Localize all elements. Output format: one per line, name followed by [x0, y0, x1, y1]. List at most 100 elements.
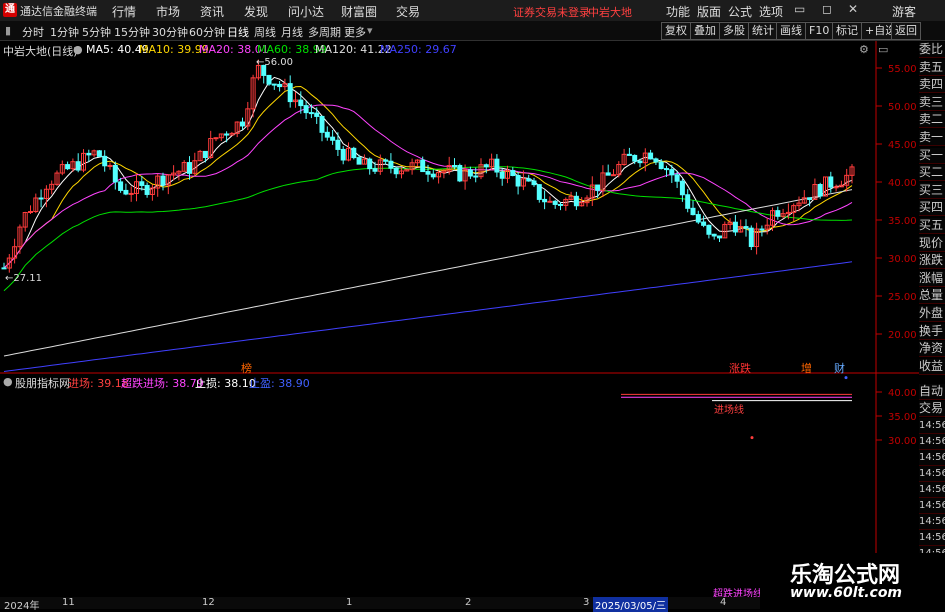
- indicator-oversold-entry: 超跌进场: 38.79: [121, 377, 204, 390]
- stock-name-title: 中岩大地: [588, 6, 632, 19]
- date-label-apr: 4: [720, 597, 727, 608]
- side-label: 买五: [919, 218, 945, 234]
- candle-body: [303, 105, 309, 114]
- event-increase[interactable]: 增: [801, 360, 812, 376]
- side-label: 卖五: [919, 59, 945, 76]
- login-status[interactable]: 证券交易未登录: [513, 4, 590, 20]
- candle-body: [128, 192, 134, 195]
- period-daily[interactable]: 日线: [227, 24, 249, 40]
- event-finance[interactable]: 财: [834, 360, 845, 376]
- period-weekly[interactable]: 周线: [254, 24, 276, 40]
- period-1min[interactable]: 1分钟: [50, 24, 79, 40]
- auto-button[interactable]: 自动: [919, 384, 945, 400]
- period-monthly[interactable]: 月线: [281, 24, 303, 40]
- menu-wealth[interactable]: 财富圈: [341, 3, 377, 20]
- date-label-year: 2024年: [4, 601, 40, 612]
- tick-time: 14:56: [919, 498, 945, 514]
- tick-time[interactable]: 交易: [919, 401, 945, 417]
- button-adjust[interactable]: 复权: [661, 22, 691, 40]
- indicator-stoploss: 止损: 38.10: [195, 377, 256, 390]
- event-rank[interactable]: 榜: [241, 360, 252, 376]
- menu-layout[interactable]: 版面: [697, 3, 721, 20]
- candle-body: [335, 139, 341, 150]
- candle-body: [277, 83, 283, 88]
- candle-body: [86, 152, 92, 156]
- candle-body: [626, 153, 632, 156]
- candle-body: [499, 171, 505, 179]
- side-label: 买二: [919, 165, 945, 182]
- menu-function[interactable]: 功能: [666, 3, 690, 20]
- indicator-settings-icon[interactable]: ●: [3, 375, 13, 388]
- menu-formula[interactable]: 公式: [728, 3, 752, 20]
- toolbar-menu-icon[interactable]: ▮: [5, 24, 11, 37]
- candle-body: [674, 174, 680, 182]
- side-label: 净资: [919, 341, 945, 358]
- date-label-nov: 11: [62, 597, 75, 608]
- takeprofit-signal-dot: [844, 376, 848, 380]
- maximize-icon[interactable]: ◻: [822, 2, 832, 16]
- button-draw[interactable]: 画线: [776, 22, 806, 40]
- candle-body: [717, 235, 722, 239]
- menu-quotes[interactable]: 行情: [112, 3, 136, 20]
- candle-body: [828, 176, 834, 188]
- tick-time: 14:56: [919, 530, 945, 546]
- button-f10[interactable]: F10: [805, 22, 834, 40]
- candle-body: [679, 180, 685, 196]
- menu-trade[interactable]: 交易: [396, 3, 420, 20]
- candle-body: [833, 186, 839, 189]
- candle-body: [28, 211, 33, 214]
- kline-chart[interactable]: 55.00 50.00 45.00 40.00 35.00 30.00 25.00 20.00…: [0, 41, 919, 597]
- candle-body: [1, 267, 7, 270]
- button-back[interactable]: 返回: [891, 22, 921, 40]
- button-stats[interactable]: 统计: [748, 22, 778, 40]
- candle-body: [139, 181, 145, 186]
- minimize-icon[interactable]: ▭: [794, 2, 805, 16]
- side-label: 收益: [919, 358, 945, 375]
- ind-y-tick-label: 30.00: [888, 436, 917, 447]
- side-label: 卖一: [919, 130, 945, 146]
- ma250-line: [3, 261, 853, 372]
- candle-body: [38, 197, 44, 200]
- candle-body: [202, 150, 208, 158]
- menu-discover[interactable]: 发现: [244, 3, 268, 20]
- event-limit[interactable]: 涨跌: [729, 360, 751, 376]
- menu-ask[interactable]: 问小达: [288, 3, 324, 20]
- period-15min[interactable]: 15分钟: [114, 24, 150, 40]
- candle-body: [430, 173, 436, 178]
- user-guest[interactable]: 游客: [892, 3, 916, 20]
- side-label: 卖二: [919, 112, 945, 129]
- side-label: 卖三: [919, 94, 945, 111]
- candle-body: [711, 233, 717, 237]
- period-timeshare[interactable]: 分时: [22, 24, 44, 40]
- y-tick-label: 30.00: [888, 254, 917, 265]
- button-overlay[interactable]: 叠加: [690, 22, 720, 40]
- date-label-feb: 2: [465, 597, 472, 608]
- candle-body: [187, 162, 192, 174]
- candle-body: [542, 198, 548, 203]
- period-5min[interactable]: 5分钟: [82, 24, 111, 40]
- menu-options[interactable]: 选项: [759, 3, 783, 20]
- period-toolbar: ▮ 分时 1分钟 5分钟 15分钟 30分钟 60分钟 日线 周线 月线 多周期…: [0, 21, 945, 41]
- candle-body: [807, 197, 813, 200]
- candle-body: [420, 159, 426, 173]
- period-multi[interactable]: 多周期: [308, 24, 341, 40]
- candle-body: [473, 175, 479, 178]
- side-label: 总量: [919, 288, 945, 305]
- candle-body: [107, 164, 113, 167]
- candle-body: [330, 136, 336, 141]
- candle-body: [144, 184, 150, 195]
- tick-time: 14:56: [919, 450, 945, 466]
- side-label: 买三: [919, 182, 945, 199]
- candle-body: [467, 169, 473, 177]
- more-chevron-icon[interactable]: ▾: [367, 24, 373, 37]
- menu-market[interactable]: 市场: [156, 3, 180, 20]
- close-icon[interactable]: ✕: [848, 2, 858, 16]
- candle-body: [547, 200, 553, 203]
- menu-news[interactable]: 资讯: [200, 3, 224, 20]
- period-30min[interactable]: 30分钟: [152, 24, 188, 40]
- side-label: 现价: [919, 235, 945, 252]
- button-multi-stock[interactable]: 多股: [719, 22, 749, 40]
- button-mark[interactable]: 标记: [832, 22, 862, 40]
- period-more[interactable]: 更多: [344, 24, 366, 40]
- period-60min[interactable]: 60分钟: [189, 24, 225, 40]
